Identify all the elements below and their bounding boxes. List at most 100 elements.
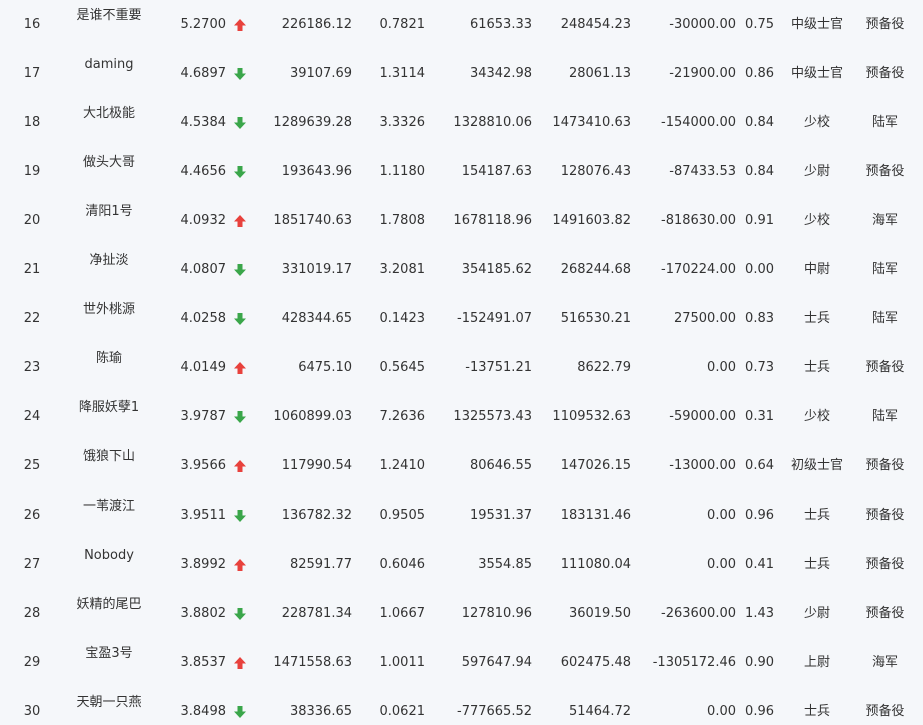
value-col-1: 193643.96 xyxy=(281,164,352,180)
arrow-up-icon xyxy=(233,361,247,375)
table-row[interactable]: 30 天朝一只燕 3.8498 38336.65 0.0621 -777665.… xyxy=(0,687,923,725)
value-col-5: 27500.00 xyxy=(673,311,736,327)
value-col-6: 0.90 xyxy=(745,654,774,670)
player-name[interactable]: 妖精的尾巴 xyxy=(76,596,141,614)
value-col-6: 0.91 xyxy=(745,213,774,229)
value-col-2: 1.2410 xyxy=(379,458,426,474)
value-col-5: 0.00 xyxy=(707,360,736,376)
rank-number: 16 xyxy=(23,17,41,32)
value-col-4: 1473410.63 xyxy=(552,115,631,131)
value-col-6: 0.84 xyxy=(745,164,774,180)
table-row[interactable]: 16 是谁不重要 5.2700 226186.12 0.7821 61653.3… xyxy=(0,0,923,49)
military-branch: 海军 xyxy=(871,213,899,229)
value-col-4: 183131.46 xyxy=(560,507,631,523)
score-value: 4.0149 xyxy=(180,360,227,376)
rank-number: 19 xyxy=(23,164,41,180)
military-rank: 中级士官 xyxy=(790,66,844,82)
value-col-5: 0.00 xyxy=(707,703,736,719)
arrow-up-icon xyxy=(233,558,247,572)
rank-number: 20 xyxy=(23,213,41,229)
value-col-2: 3.3326 xyxy=(379,115,426,131)
value-col-5: -170224.00 xyxy=(661,262,736,278)
value-col-2: 0.1423 xyxy=(379,311,426,327)
value-col-3: 1328810.06 xyxy=(453,115,532,131)
value-col-4: 248454.23 xyxy=(560,17,631,32)
score-value: 3.8498 xyxy=(180,703,227,719)
player-name[interactable]: 清阳1号 xyxy=(85,203,132,221)
military-rank: 士兵 xyxy=(803,311,831,327)
arrow-up-icon xyxy=(233,18,247,32)
player-name[interactable]: 净扯淡 xyxy=(89,252,128,270)
military-branch: 预备役 xyxy=(865,17,905,32)
value-col-6: 0.86 xyxy=(745,66,774,82)
table-row[interactable]: 23 陈瑜 4.0149 6475.10 0.5645 -13751.21 86… xyxy=(0,343,923,392)
military-branch: 陆军 xyxy=(871,409,899,425)
military-branch: 预备役 xyxy=(865,164,905,180)
table-row[interactable]: 27 Nobody 3.8992 82591.77 0.6046 3554.85… xyxy=(0,540,923,589)
military-rank: 中尉 xyxy=(803,262,831,278)
player-name[interactable]: Nobody xyxy=(84,547,134,565)
player-name[interactable]: 一苇渡江 xyxy=(83,498,135,516)
table-row[interactable]: 28 妖精的尾巴 3.8802 228781.34 1.0667 127810.… xyxy=(0,589,923,638)
value-col-1: 39107.69 xyxy=(289,66,352,82)
value-col-5: -818630.00 xyxy=(661,213,736,229)
value-col-5: -59000.00 xyxy=(669,409,736,425)
ranking-table: 16 是谁不重要 5.2700 226186.12 0.7821 61653.3… xyxy=(0,0,923,725)
score-value: 3.9787 xyxy=(180,409,227,425)
player-name[interactable]: 是谁不重要 xyxy=(76,7,141,25)
value-col-4: 8622.79 xyxy=(577,360,631,376)
value-col-4: 28061.13 xyxy=(568,66,631,82)
player-name[interactable]: 世外桃源 xyxy=(83,301,135,319)
value-col-6: 0.96 xyxy=(745,703,774,719)
player-name[interactable]: 饿狼下山 xyxy=(83,448,135,466)
rank-number: 27 xyxy=(23,556,41,572)
rank-number: 23 xyxy=(23,360,41,376)
military-rank: 少校 xyxy=(803,115,831,131)
value-col-2: 7.2636 xyxy=(379,409,426,425)
table-row[interactable]: 18 大北极能 4.5384 1289639.28 3.3326 1328810… xyxy=(0,98,923,147)
player-name[interactable]: 陈瑜 xyxy=(96,350,122,368)
military-rank: 少尉 xyxy=(803,164,831,180)
table-row[interactable]: 19 做头大哥 4.4656 193643.96 1.1180 154187.6… xyxy=(0,147,923,196)
player-name[interactable]: daming xyxy=(85,56,134,74)
rank-number: 21 xyxy=(23,262,41,278)
value-col-3: 34342.98 xyxy=(469,66,532,82)
value-col-3: 1325573.43 xyxy=(453,409,532,425)
value-col-1: 136782.32 xyxy=(281,507,352,523)
table-row[interactable]: 26 一苇渡江 3.9511 136782.32 0.9505 19531.37… xyxy=(0,491,923,540)
player-name[interactable]: 做头大哥 xyxy=(83,154,135,172)
value-col-1: 1289639.28 xyxy=(273,115,352,131)
value-col-4: 516530.21 xyxy=(560,311,631,327)
value-col-6: 0.96 xyxy=(745,507,774,523)
value-col-3: 154187.63 xyxy=(461,164,532,180)
table-row[interactable]: 20 清阳1号 4.0932 1851740.63 1.7808 1678118… xyxy=(0,196,923,245)
table-row[interactable]: 25 饿狼下山 3.9566 117990.54 1.2410 80646.55… xyxy=(0,441,923,490)
value-col-3: 80646.55 xyxy=(469,458,532,474)
value-col-4: 111080.04 xyxy=(560,556,631,572)
arrow-up-icon xyxy=(233,459,247,473)
score-value: 3.9511 xyxy=(180,507,227,523)
score-value: 3.9566 xyxy=(180,458,227,474)
military-rank: 初级士官 xyxy=(790,458,844,474)
table-row[interactable]: 29 宝盈3号 3.8537 1471558.63 1.0011 597647.… xyxy=(0,638,923,687)
player-name[interactable]: 大北极能 xyxy=(83,105,135,123)
table-row[interactable]: 22 世外桃源 4.0258 428344.65 0.1423 -152491.… xyxy=(0,294,923,343)
value-col-2: 1.3114 xyxy=(379,66,426,82)
player-name[interactable]: 宝盈3号 xyxy=(85,645,132,663)
rank-number: 25 xyxy=(23,458,41,474)
rank-number: 28 xyxy=(23,605,41,621)
table-row[interactable]: 17 daming 4.6897 39107.69 1.3114 34342.9… xyxy=(0,49,923,98)
value-col-5: 0.00 xyxy=(707,556,736,572)
table-row[interactable]: 21 净扯淡 4.0807 331019.17 3.2081 354185.62… xyxy=(0,245,923,294)
value-col-3: -13751.21 xyxy=(465,360,532,376)
player-name[interactable]: 降服妖孽1 xyxy=(79,399,139,417)
military-rank: 少尉 xyxy=(803,605,831,621)
value-col-5: 0.00 xyxy=(707,507,736,523)
rank-number: 18 xyxy=(23,115,41,131)
value-col-1: 82591.77 xyxy=(289,556,352,572)
arrow-down-icon xyxy=(233,263,247,277)
table-row[interactable]: 24 降服妖孽1 3.9787 1060899.03 7.2636 132557… xyxy=(0,392,923,441)
military-branch: 预备役 xyxy=(865,703,905,719)
score-value: 4.0932 xyxy=(180,213,227,229)
player-name[interactable]: 天朝一只燕 xyxy=(76,694,141,712)
